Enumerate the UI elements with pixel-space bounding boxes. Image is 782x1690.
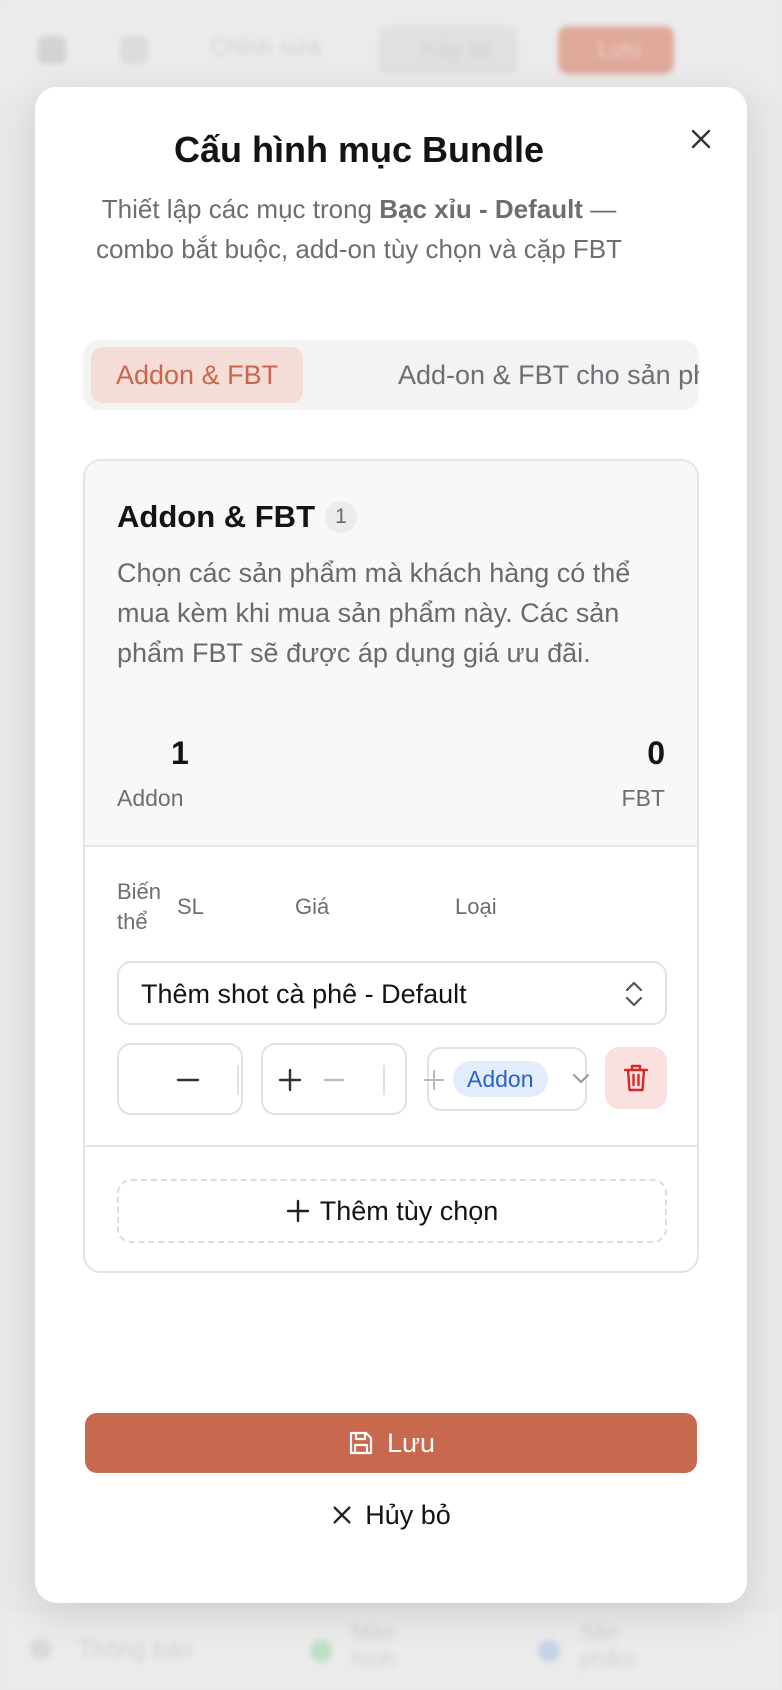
save-label: Lưu xyxy=(386,1427,436,1458)
addon-count-label: Addon xyxy=(117,785,184,811)
chevron-down-icon xyxy=(573,1074,589,1083)
save-button[interactable]: Lưu xyxy=(85,1413,697,1473)
cancel-label: Hủy bỏ xyxy=(365,1499,451,1530)
tab-addon-fbt[interactable]: Addon & FBT xyxy=(91,347,304,403)
price-increase-button[interactable] xyxy=(275,1065,305,1095)
card-header: Addon & FBT 1 Chọn các sản phẩm mà khách… xyxy=(85,461,697,847)
tab-bar: Addon & FBT Add-on & FBT cho sản phẩm xyxy=(83,340,699,410)
modal-subtitle: Thiết lập các mục trong Bạc xỉu - Defaul… xyxy=(85,189,633,269)
quantity-decrease-button[interactable] xyxy=(173,1065,203,1095)
plus-icon xyxy=(278,1068,302,1092)
chevron-updown-icon xyxy=(623,979,645,1014)
close-button[interactable] xyxy=(681,119,721,159)
fbt-count-label: FBT xyxy=(621,785,665,811)
col-variant: Biến thể xyxy=(117,879,162,934)
close-icon xyxy=(691,129,711,149)
addon-fbt-card: Addon & FBT 1 Chọn các sản phẩm mà khách… xyxy=(83,459,699,1273)
col-price: Giá xyxy=(295,894,330,919)
add-option-button[interactable]: Thêm tùy chọn xyxy=(117,1179,667,1243)
subtitle-prefix: Thiết lập các mục trong xyxy=(101,194,380,224)
col-qty: SL xyxy=(177,894,204,919)
bundle-config-modal: Cấu hình mục Bundle Thiết lập các mục tr… xyxy=(35,87,747,1603)
close-icon xyxy=(333,1506,351,1524)
divider xyxy=(383,1065,385,1095)
trash-icon xyxy=(623,1064,649,1092)
price-decrease-button[interactable] xyxy=(319,1065,349,1095)
modal-title: Cấu hình mục Bundle xyxy=(173,129,544,170)
minus-icon xyxy=(323,1078,345,1082)
variant-select[interactable]: Thêm shot cà phê - Default xyxy=(117,961,667,1025)
minus-icon xyxy=(176,1078,200,1082)
section-description: Chọn các sản phẩm mà khách hàng có thể m… xyxy=(117,558,631,668)
variant-select-value: Thêm shot cà phê - Default xyxy=(141,979,467,1009)
plus-icon xyxy=(423,1069,445,1091)
count-badge: 1 xyxy=(325,501,357,533)
row-divider xyxy=(85,1145,697,1147)
tab-product-addon-fbt[interactable]: Add-on & FBT cho sản phẩm xyxy=(373,347,699,403)
delete-row-button[interactable] xyxy=(605,1047,667,1109)
subtitle-product: Bạc xỉu - Default xyxy=(379,194,583,224)
fbt-count: 0 xyxy=(647,735,665,771)
price-stepper[interactable] xyxy=(261,1043,407,1115)
save-icon xyxy=(349,1431,373,1455)
col-type: Loại xyxy=(455,894,497,919)
plus-icon xyxy=(286,1199,309,1223)
quantity-stepper[interactable] xyxy=(117,1043,243,1115)
divider xyxy=(237,1065,239,1095)
type-select[interactable]: Addon xyxy=(423,1047,589,1111)
addon-count: 1 xyxy=(171,735,189,771)
add-option-label: Thêm tùy chọn xyxy=(319,1195,499,1226)
section-title: Addon & FBT xyxy=(117,499,316,534)
type-badge-addon: Addon xyxy=(453,1061,548,1097)
cancel-button[interactable]: Hủy bỏ xyxy=(291,1491,491,1539)
